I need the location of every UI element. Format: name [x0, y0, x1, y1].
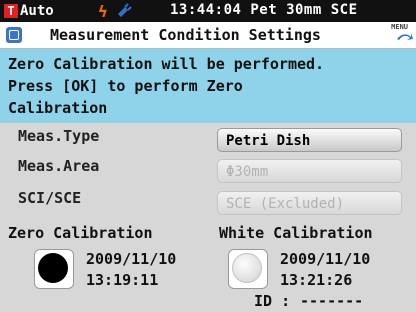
menu-back-icon[interactable]: MENU — [388, 23, 414, 45]
message-line: Calibration — [8, 99, 108, 117]
calibration-id-label: ID : — [254, 292, 291, 310]
zero-calibration-status-icon — [38, 253, 68, 283]
message-line: Press [OK] to perform Zero — [8, 77, 243, 95]
meas-type-select[interactable]: Petri Dish — [217, 128, 402, 152]
device-screen: T Auto ϟ 13:44:04 Pet 30mm SCE Measureme… — [0, 0, 416, 312]
title-bar: Measurement Condition Settings MENU — [0, 22, 416, 49]
sci-sce-label: SCI/SCE — [18, 189, 82, 207]
white-calibration-heading: White Calibration — [219, 224, 373, 242]
white-calibration-date: 2009/11/10 — [280, 250, 371, 268]
power-icon: ϟ — [98, 2, 108, 21]
white-calibration-button[interactable] — [228, 249, 268, 289]
message-panel: Zero Calibration will be performed. Pres… — [0, 49, 416, 123]
settings-screen-icon — [6, 27, 22, 43]
calibration-id-value: ------- — [300, 292, 364, 310]
sci-sce-select: SCE (Excluded) — [217, 191, 402, 215]
meas-type-label: Meas.Type — [18, 127, 100, 145]
message-line: Zero Calibration will be performed. — [8, 55, 325, 73]
zero-calibration-time: 13:19:11 — [86, 271, 159, 289]
plug-icon — [118, 3, 132, 17]
page-title: Measurement Condition Settings — [50, 26, 321, 44]
menu-label: MENU — [391, 23, 408, 31]
status-time-info: 13:44:04 Pet 30mm SCE — [170, 2, 358, 18]
white-calibration-time: 13:21:26 — [280, 271, 353, 289]
zero-calibration-heading: Zero Calibration — [8, 224, 153, 242]
mode-icon: T — [4, 4, 18, 18]
zero-calibration-date: 2009/11/10 — [86, 250, 177, 268]
white-calibration-status-icon — [232, 253, 262, 283]
measurement-mode: Auto — [20, 3, 54, 19]
return-arrow-icon — [397, 33, 413, 40]
meas-area-label: Meas.Area — [18, 157, 100, 175]
status-bar: T Auto ϟ 13:44:04 Pet 30mm SCE — [0, 0, 416, 22]
meas-area-select: Φ30mm — [217, 159, 402, 183]
zero-calibration-button[interactable] — [34, 249, 74, 289]
